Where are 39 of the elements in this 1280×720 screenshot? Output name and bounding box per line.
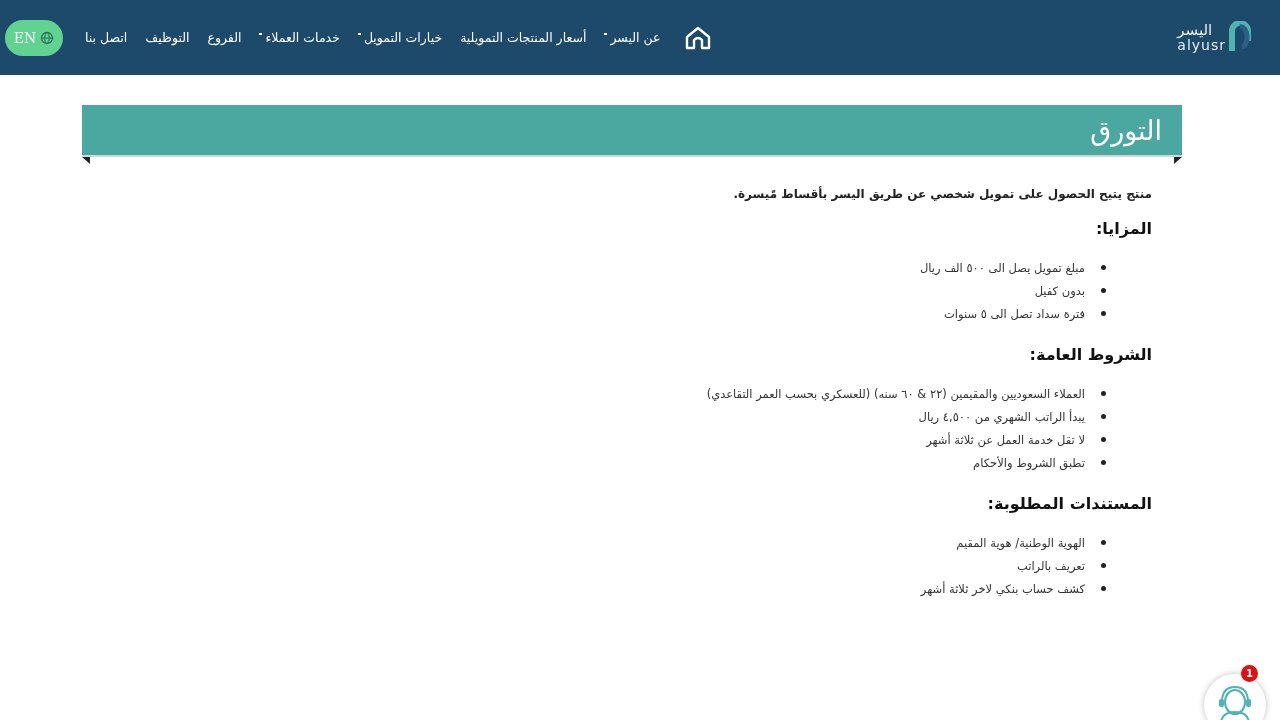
list-item-text: مبلغ تمويل يصل الى ٥٠٠ الف ريال <box>919 260 1085 275</box>
nav-link[interactable]: التوظيف <box>145 30 190 45</box>
nav-link[interactable]: عن اليسر <box>604 30 661 45</box>
bullet-icon <box>1101 391 1106 396</box>
bullet-icon <box>1101 563 1106 568</box>
ribbon-fold-icon <box>1174 157 1182 164</box>
nav-link[interactable]: اتصل بنا <box>85 30 128 45</box>
nav-link[interactable]: أسعار المنتجات التمويلية <box>460 30 587 45</box>
nav-link[interactable]: خيارات التمويل <box>357 30 443 45</box>
section-heading: المزايا: <box>1094 219 1152 238</box>
page-title: التورق <box>1090 114 1162 146</box>
logo-arabic-text: اليسر <box>1177 23 1213 38</box>
list-item-text: العملاء السعوديين والمقيمين (٢٢ & ٦٠ سنه) (للعسكري بحسب العمر التقاعدي) <box>706 386 1085 401</box>
bullet-icon <box>1101 288 1106 293</box>
nav-link[interactable]: الفروع <box>207 30 242 45</box>
list-item-text: بدون كفيل <box>1034 283 1085 298</box>
bullet-icon <box>1101 437 1106 442</box>
list-item-text: لا تقل خدمة العمل عن ثلاثة أشهر <box>926 432 1085 447</box>
list-item-text: كشف حساب بنكي لاخر ثلاثة أشهر <box>920 581 1085 596</box>
section-heading: الشروط العامة: <box>1028 345 1152 364</box>
bullet-icon <box>1101 414 1106 419</box>
home-icon[interactable] <box>684 25 711 50</box>
notification-badge: 1 <box>1241 665 1258 682</box>
globe-icon <box>40 30 55 45</box>
bullet-icon <box>1101 265 1106 270</box>
nav-link[interactable]: خدمات العملاء <box>259 30 340 45</box>
bullet-icon <box>1101 311 1106 316</box>
list-item-text: تطبق الشروط والأحكام <box>973 455 1085 470</box>
list-item-text: يبدأ الراتب الشهري من ٤,٥٠٠ ريال <box>918 409 1085 424</box>
intro-text: منتج يتيح الحصول على تمويل شخصي عن طريق اليسر بأقساط مًيسرة. <box>732 187 1152 201</box>
list-item-text: فترة سداد تصل الى ٥ سنوات <box>943 306 1085 321</box>
list-item-text: تعريف بالراتب <box>1016 558 1085 573</box>
list-item-text: الهوية الوطنية/ هوية المقيم <box>956 535 1085 550</box>
bullet-icon <box>1101 540 1106 545</box>
logo-latin-text: alyusr <box>1177 38 1226 52</box>
bullet-icon <box>1101 460 1106 465</box>
section-heading: المستندات المطلوبة: <box>986 494 1152 513</box>
bullet-icon <box>1101 586 1106 591</box>
ribbon-fold-icon <box>82 157 90 164</box>
